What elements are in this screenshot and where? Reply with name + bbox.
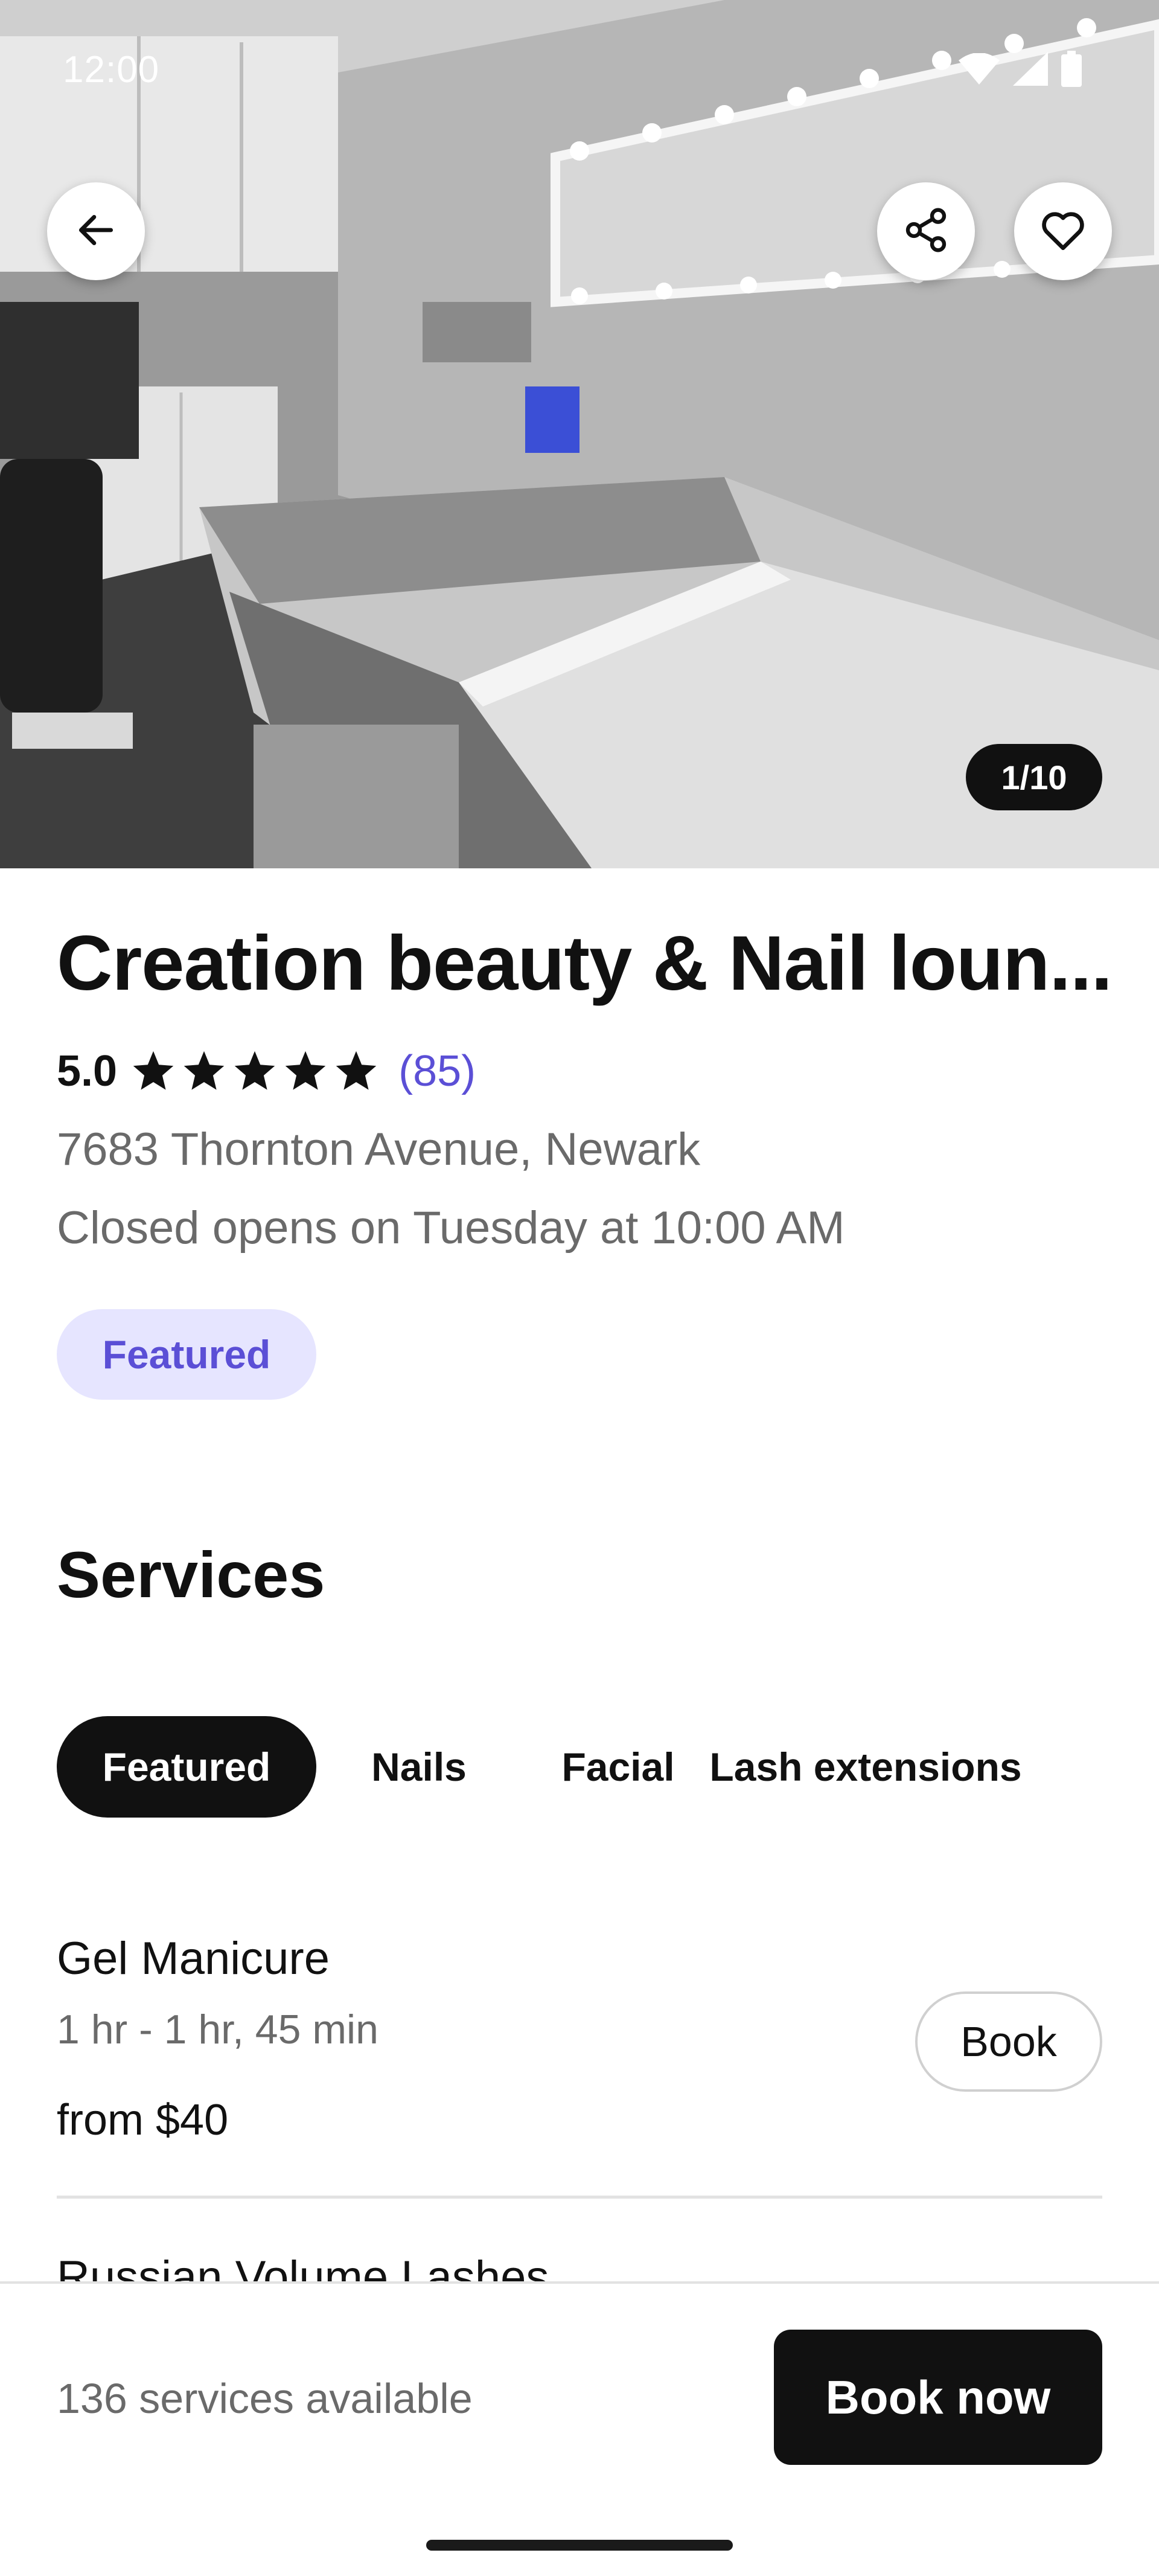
book-now-button[interactable]: Book now [774, 2330, 1102, 2465]
star-icon [133, 1051, 174, 1090]
business-address: 7683 Thornton Avenue, Newark [57, 1124, 701, 1175]
status-time: 12:00 [63, 49, 160, 91]
star-icon [336, 1051, 377, 1090]
service-duration: 1 hr - 1 hr, 45 min [57, 2007, 378, 2052]
booking-footer: 136 services available Book now [0, 2281, 1159, 2576]
divider [57, 2196, 1102, 2199]
star-icon [184, 1051, 225, 1090]
photo-counter: 1/10 [966, 744, 1102, 810]
arrow-left-icon [74, 208, 118, 255]
back-button[interactable] [47, 182, 145, 280]
status-bar: 12:00 [0, 0, 1159, 145]
tab-featured[interactable]: Featured [57, 1716, 316, 1818]
star-rating [130, 1048, 379, 1094]
tab-facial[interactable]: Facial [522, 1716, 715, 1818]
wifi-icon [959, 53, 1000, 85]
star-icon [285, 1051, 326, 1090]
tab-lash-extensions[interactable]: Lash extensions [709, 1716, 1021, 1818]
home-indicator[interactable] [426, 2540, 733, 2551]
business-name: Creation beauty & Nail loun... [57, 920, 1113, 1007]
service-price: from $40 [57, 2096, 229, 2144]
review-count-link[interactable]: (85) [398, 1046, 476, 1096]
share-button[interactable] [877, 182, 975, 280]
heart-outline-icon [1038, 205, 1088, 258]
cellular-signal-icon [1013, 52, 1048, 86]
share-icon [902, 206, 950, 257]
hero-photo[interactable]: 12:00 1/10 [0, 0, 1159, 868]
opening-hours: Closed opens on Tuesday at 10:00 AM [57, 1202, 845, 1254]
services-available-count: 136 services available [57, 2375, 473, 2422]
book-service-button[interactable]: Book [915, 1991, 1102, 2092]
status-icons [959, 51, 1082, 87]
rating-value: 5.0 [57, 1047, 118, 1095]
services-heading: Services [57, 1538, 325, 1611]
service-name[interactable]: Gel Manicure [57, 1932, 330, 1985]
rating-row[interactable]: 5.0 (85) [57, 1040, 476, 1103]
star-icon [234, 1051, 275, 1090]
favorite-button[interactable] [1014, 182, 1112, 280]
tab-nails[interactable]: Nails [316, 1716, 522, 1818]
battery-icon [1061, 51, 1082, 87]
service-category-tabs: Featured Nails Facial Lash extensions [57, 1716, 1022, 1818]
featured-badge: Featured [57, 1309, 316, 1400]
